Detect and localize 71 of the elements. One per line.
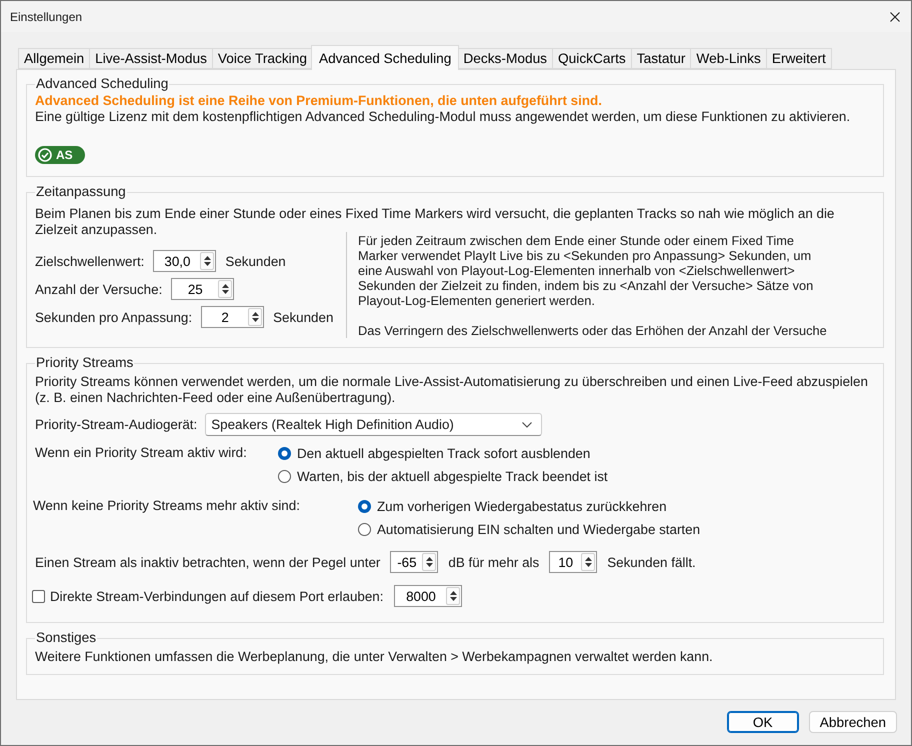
number-field[interactable]: 8000	[394, 585, 462, 607]
spin-buttons[interactable]	[581, 553, 596, 571]
section-description: Weitere Funktionen umfassen die Werbeplanung, die unter Verwalten > Werbekampagnen verwaltet werden kann.	[35, 649, 714, 665]
spin-buttons[interactable]	[422, 553, 436, 571]
group-title: Priority Streams	[35, 355, 134, 371]
cancel-button[interactable]: Abbrechen	[808, 711, 897, 733]
caret-up-icon	[584, 556, 592, 561]
check-circle-icon	[38, 148, 52, 162]
caret-down-icon	[450, 597, 457, 602]
checkbox-label[interactable]: Direkte Stream-Verbindungen auf diesem Port erlauben:	[50, 588, 384, 604]
radio-button[interactable]	[278, 470, 291, 482]
badge-label: AS	[56, 148, 73, 162]
spin-buttons[interactable]	[248, 308, 262, 326]
audio-device-dropdown[interactable]: Speakers (Realtek High Definition Audio)	[205, 413, 542, 436]
spin-buttons[interactable]	[446, 587, 460, 605]
radio-label[interactable]: Den aktuell abgespielten Track sofort ausblenden	[297, 446, 590, 460]
field-label: Einen Stream als inaktiv betrachten, wenn der Pegel unter	[35, 554, 380, 570]
unit-label: Sekunden fällt.	[607, 554, 696, 570]
tab[interactable]: Erweitert	[766, 48, 832, 69]
spin-buttons[interactable]	[218, 280, 232, 298]
premium-notice: Advanced Scheduling ist eine Reihe von Premium-Funktionen, die unten aufgeführt sind.	[35, 93, 603, 109]
unit-label: Sekunden	[273, 310, 334, 324]
tab[interactable]: Voice Tracking	[212, 48, 313, 69]
unit-label: dB für mehr als	[448, 554, 540, 570]
tab[interactable]: Allgemein	[18, 48, 90, 69]
caret-down-icon	[584, 563, 592, 568]
help-text: Das Verringern des Zielschwellenwerts oder das Erhöhen der Anzahl der Versuche	[358, 323, 828, 338]
caret-up-icon	[450, 590, 457, 595]
ok-button[interactable]: OK	[726, 711, 799, 733]
radio-label[interactable]: Zum vorherigen Wiedergabestatus zurückkehren	[377, 498, 667, 514]
chevron-down-icon	[522, 422, 532, 428]
tab[interactable]: Web-Links	[690, 48, 767, 69]
tab[interactable]: QuickCarts	[552, 48, 632, 69]
group-title: Sonstiges	[35, 630, 98, 646]
number-field[interactable]: 30,0	[153, 250, 216, 272]
spin-buttons[interactable]	[200, 252, 214, 270]
field-label: Anzahl der Versuche:	[35, 282, 162, 296]
caret-up-icon	[252, 312, 259, 316]
radio-button[interactable]	[358, 500, 371, 512]
caret-down-icon	[222, 290, 229, 294]
unit-label: Sekunden	[225, 254, 286, 268]
caret-down-icon	[252, 318, 259, 322]
number-field[interactable]: 25	[171, 278, 234, 300]
field-label: Wenn ein Priority Stream aktiv wird:	[35, 444, 247, 462]
caret-up-icon	[426, 556, 433, 561]
radio-button[interactable]	[278, 446, 291, 460]
field-label: Priority-Stream-Audiogerät:	[35, 417, 198, 432]
section-description: Priority Streams können verwendet werden, um die normale Live-Assist-Automatisierung zu überschreiben und einen Live-Feed abzuspielen (z. B. einen Nachrichten-Feed oder eine Außenübertragung).	[35, 374, 869, 406]
caret-up-icon	[222, 284, 229, 288]
tab[interactable]: Tastatur	[630, 48, 692, 69]
window-title: Einstellungen	[10, 10, 82, 24]
close-icon	[890, 12, 900, 22]
license-text: Eine gültige Lizenz mit dem kostenpflichtigen Advanced Scheduling-Modul muss angewendet werden, um diese Funktionen zu aktivieren.	[35, 109, 852, 125]
number-field[interactable]: -65	[390, 551, 438, 573]
caret-down-icon	[426, 563, 433, 568]
tab[interactable]: Decks-Modus	[457, 48, 554, 69]
caret-up-icon	[204, 256, 211, 260]
radio-button[interactable]	[358, 522, 371, 536]
radio-label[interactable]: Warten, bis der aktuell abgespielte Track beendet ist	[297, 468, 608, 484]
radio-label[interactable]: Automatisierung EIN schalten und Wiedergabe starten	[377, 522, 700, 536]
checkbox[interactable]	[32, 590, 45, 602]
number-field[interactable]: 10	[549, 551, 598, 573]
tab[interactable]: Live-Assist-Modus	[89, 48, 213, 69]
field-label: Sekunden pro Anpassung:	[35, 310, 192, 324]
group-title: Advanced Scheduling	[35, 76, 170, 92]
number-field[interactable]: 2	[201, 306, 264, 328]
field-label: Wenn keine Priority Streams mehr aktiv sind:	[33, 497, 300, 515]
field-label: Zielschwellenwert:	[35, 254, 144, 268]
tab[interactable]: Advanced Scheduling	[310, 45, 460, 70]
caret-down-icon	[204, 262, 211, 266]
group-title: Zeitanpassung	[35, 184, 127, 200]
